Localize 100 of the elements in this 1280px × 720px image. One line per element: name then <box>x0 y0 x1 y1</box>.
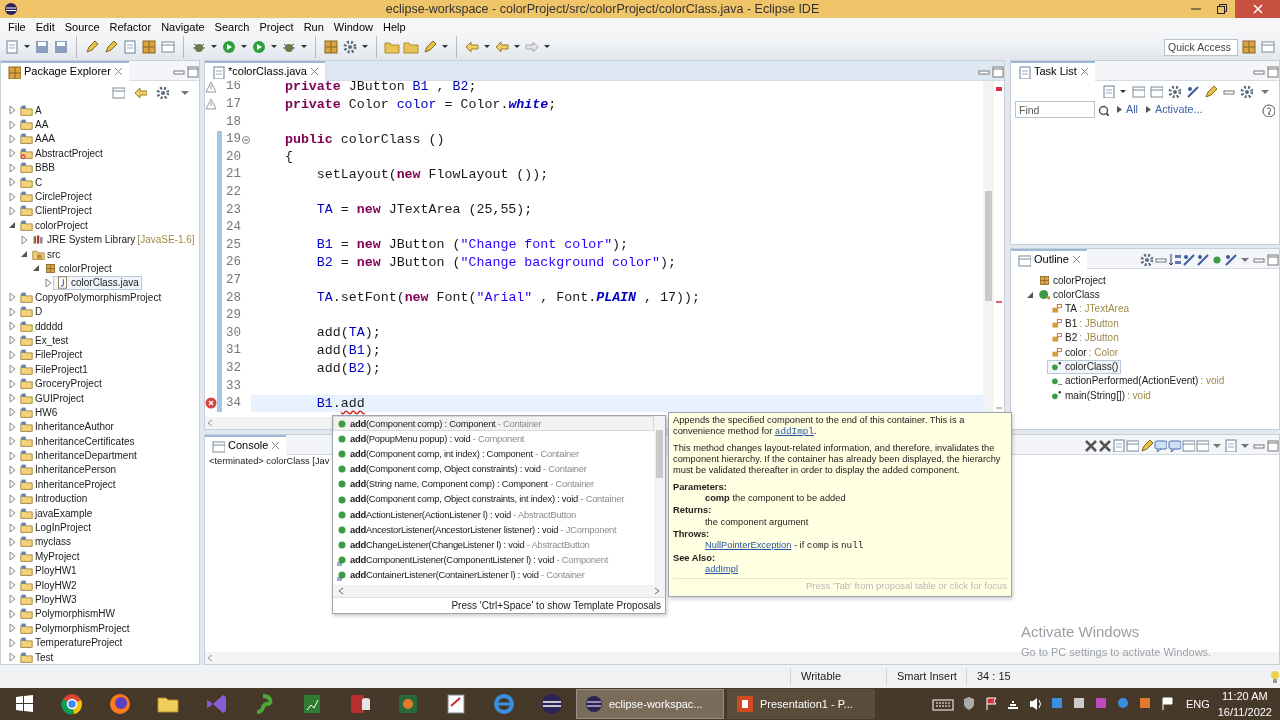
tree-item[interactable]: CopyofPolymorphismProject <box>17 290 165 305</box>
expand-toggle[interactable] <box>7 421 17 432</box>
scrollbar[interactable] <box>654 416 665 585</box>
pen-icon[interactable] <box>103 39 119 55</box>
scroll-left-icon[interactable] <box>205 653 215 663</box>
expand-toggle[interactable] <box>7 378 17 389</box>
menu-item[interactable]: Run <box>298 18 329 36</box>
task-link[interactable]: All <box>1117 101 1138 118</box>
taskbar-button[interactable]: eclipse-workspac... <box>576 689 724 719</box>
scrollbar-thumb[interactable] <box>656 430 663 478</box>
fold-toggle[interactable] <box>241 133 251 146</box>
proposal-item[interactable]: add(Component comp, Object constraints) : void - Container <box>333 461 654 477</box>
tree-item[interactable]: InheritancePerson <box>17 462 120 477</box>
menu-item[interactable]: Project <box>254 18 299 36</box>
quick-access-field[interactable]: Quick Access <box>1164 38 1238 56</box>
tree-item[interactable]: AbstractProject <box>17 146 106 161</box>
tree-item[interactable]: GUIProject <box>17 391 87 405</box>
view-tab[interactable]: Package Explorer <box>1 61 129 81</box>
expand-toggle[interactable] <box>7 594 17 605</box>
tree-item[interactable]: src <box>29 247 64 262</box>
expand-toggle[interactable] <box>7 623 17 634</box>
expand-toggle[interactable] <box>7 551 17 562</box>
tree-item[interactable]: MyProject <box>17 549 83 564</box>
tree-item[interactable]: colorClass <box>1035 287 1103 302</box>
scroll-left-icon[interactable] <box>205 418 215 428</box>
maximize-icon[interactable] <box>1265 437 1279 452</box>
close-icon[interactable] <box>1079 67 1089 76</box>
expand-toggle[interactable] <box>7 162 17 173</box>
maximize-icon[interactable] <box>1265 63 1279 78</box>
close-icon[interactable] <box>309 67 319 76</box>
flag-icon[interactable] <box>1159 696 1174 712</box>
eclipse-icon[interactable] <box>540 692 564 716</box>
expand-toggle[interactable] <box>7 479 17 490</box>
scroll-left-icon[interactable] <box>337 586 345 596</box>
expand-toggle[interactable] <box>7 133 17 144</box>
pen-icon[interactable] <box>422 39 438 55</box>
proposal-item[interactable]: add(Component comp) : Component - Container <box>333 416 654 432</box>
tree-item[interactable]: ClientProject <box>17 203 95 218</box>
tree-item[interactable]: D <box>17 304 46 319</box>
doc-link[interactable]: NullPointerException <box>705 540 792 551</box>
tree-item[interactable]: colorClass.java <box>53 275 142 290</box>
doc-link[interactable]: addImpl <box>705 563 739 574</box>
search-icon[interactable] <box>1097 103 1109 116</box>
expand-toggle[interactable] <box>19 249 29 260</box>
close-icon[interactable] <box>1071 255 1081 264</box>
tree-item[interactable]: actionPerformed(ActionEvent) : void <box>1047 373 1228 388</box>
tree-item[interactable]: CircleProject <box>17 189 95 204</box>
tree-item[interactable]: color : Color <box>1047 345 1122 360</box>
find-field[interactable]: Find <box>1015 101 1095 118</box>
tree-item[interactable]: HW6 <box>17 405 61 420</box>
expand-toggle[interactable] <box>7 580 17 591</box>
tree-item[interactable]: FileProject <box>17 347 86 362</box>
speaker-icon[interactable] <box>1027 696 1042 712</box>
gear-icon[interactable] <box>342 39 358 55</box>
expand-toggle[interactable] <box>7 536 17 547</box>
flag-icon[interactable] <box>983 696 998 712</box>
expand-toggle[interactable] <box>7 393 17 403</box>
proposal-item[interactable]: add(Component comp, int index) : Component - Container <box>333 446 654 462</box>
grid-icon[interactable] <box>141 39 157 55</box>
panel-icon[interactable] <box>160 39 176 55</box>
tree-item[interactable]: JRE System Library [JavaSE-1.6] <box>29 232 198 247</box>
expand-toggle[interactable] <box>7 191 17 202</box>
pen-icon[interactable] <box>1203 84 1217 98</box>
tree-item[interactable]: TemperatureProject <box>17 635 126 650</box>
tree-item[interactable]: Introduction <box>17 491 91 506</box>
tree-item[interactable]: myclass <box>17 534 75 549</box>
expand-toggle[interactable] <box>19 234 29 245</box>
tree-item[interactable]: BBB <box>17 160 58 175</box>
tree-item[interactable]: PolymorphismProject <box>17 621 133 636</box>
expand-toggle[interactable] <box>7 565 17 576</box>
menu-item[interactable]: Refactor <box>104 18 157 36</box>
proposal-item[interactable]: addAncestorListener(AncestorListener listener) : void - JComponent <box>333 522 654 538</box>
expand-toggle[interactable] <box>7 321 17 332</box>
expand-toggle[interactable] <box>7 407 17 418</box>
menu-item[interactable]: Help <box>378 18 411 36</box>
grid-icon[interactable] <box>323 39 339 55</box>
proposal-item[interactable]: addContainerListener(ContainerListener l) : void - Container <box>333 567 654 584</box>
scrollbar-thumb[interactable] <box>985 191 992 301</box>
chat-icon[interactable] <box>1167 437 1181 452</box>
list-view-icon[interactable] <box>1149 84 1163 98</box>
proposal-item[interactable]: add(Component comp, Object constraints, int index) : void - Container <box>333 491 654 508</box>
tree-item[interactable]: AAA <box>17 131 58 146</box>
tree-item[interactable]: colorClass() <box>1047 359 1122 374</box>
tree-item[interactable]: Test <box>17 650 57 664</box>
proposal-item[interactable]: addActionListener(ActionListener l) : void - AbstractButton <box>333 507 654 523</box>
tree-item[interactable]: LogInProject <box>17 520 95 535</box>
expand-toggle[interactable] <box>7 306 17 317</box>
expand-toggle[interactable] <box>7 148 17 159</box>
tree-item[interactable]: A <box>17 103 45 118</box>
tree-item[interactable]: InheritanceProject <box>17 477 119 492</box>
notepad-icon[interactable] <box>444 692 468 716</box>
close-icon[interactable] <box>271 441 281 450</box>
tree-item[interactable]: B1 : JButton <box>1047 316 1122 331</box>
menu-item[interactable]: Edit <box>30 18 60 36</box>
expand-toggle[interactable] <box>7 220 17 231</box>
expand-toggle[interactable] <box>43 277 53 288</box>
tree-item[interactable]: GroceryProject <box>17 376 105 391</box>
tree-item[interactable]: colorProject <box>41 261 115 276</box>
proposal-item[interactable]: add(String name, Component comp) : Component - Container <box>333 476 654 492</box>
expand-toggle[interactable] <box>7 436 17 447</box>
